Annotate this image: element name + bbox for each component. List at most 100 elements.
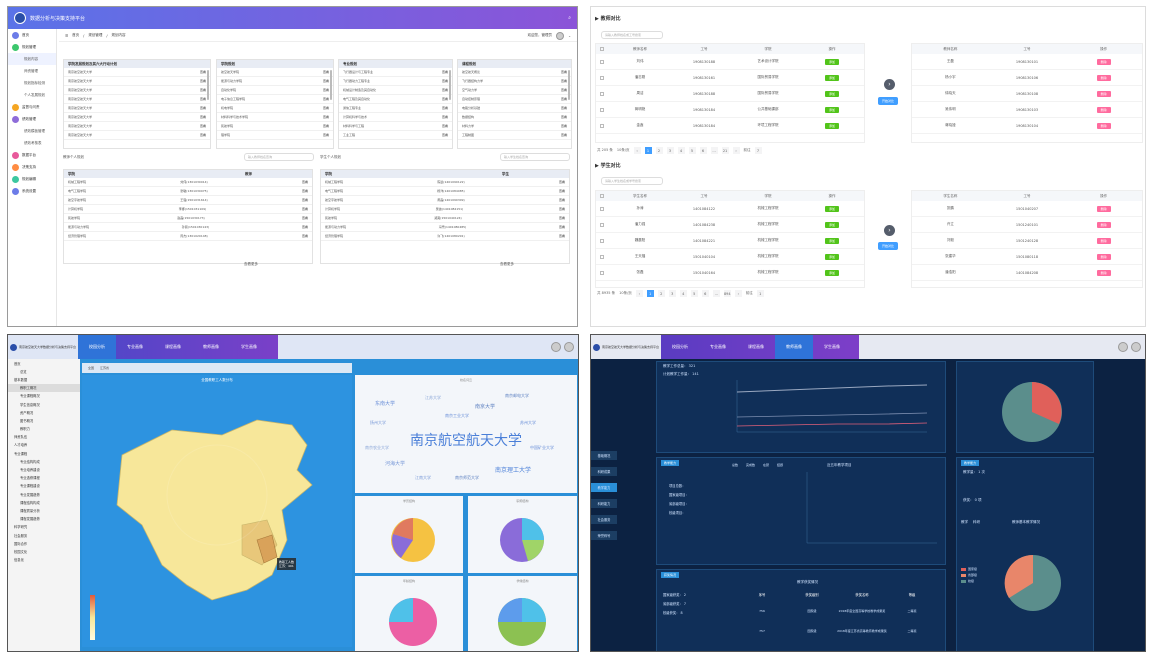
table-row[interactable]: 蒋晓娅 1908130104 删除 [912, 118, 1142, 134]
page-number[interactable]: 6 [701, 290, 709, 297]
sidebar-item[interactable]: 专业选修课程 [8, 474, 80, 482]
pager-size-select[interactable]: 10条/页 [619, 291, 632, 296]
nav-tab[interactable]: 教师画像 [775, 335, 813, 359]
row-checkbox[interactable] [600, 91, 604, 96]
list-item[interactable]: 南京航空航天大学 查看 [64, 95, 210, 104]
sidebar-item[interactable]: 绩效管理 [8, 113, 56, 125]
sidebar-item[interactable]: 图书概况 [8, 416, 80, 424]
view-button[interactable]: 查看 [200, 79, 206, 83]
add-button[interactable]: 添加 [824, 90, 839, 97]
sidebar-item[interactable]: 总览 [8, 367, 80, 375]
view-button[interactable]: 查看 [561, 97, 567, 101]
sidebar-item[interactable]: 科学研究 [8, 523, 80, 531]
table-row[interactable]: 徐晓天 1908130108 删除 [912, 86, 1142, 102]
nav-tab[interactable]: 专业画像 [699, 335, 737, 359]
view-button[interactable]: 查看 [559, 225, 565, 229]
sidebar-item[interactable]: 专业课程概况 [8, 392, 80, 400]
list-item[interactable]: 电气工程及其自动化 查看 [339, 95, 452, 104]
view-button[interactable]: 查看 [442, 79, 448, 83]
view-button[interactable]: 查看 [200, 115, 206, 119]
side-tab[interactable]: 科研能力 [591, 499, 617, 509]
sidebar-item[interactable]: 专业培养建设 [8, 465, 80, 473]
sidebar-item[interactable]: 专业课程建设 [8, 482, 80, 490]
sidebar-item[interactable]: 首页 [8, 29, 56, 41]
list-item[interactable]: 南京航空航天大学 查看 [64, 86, 210, 95]
table-row[interactable]: 经济管理学院 许飞(1401080291) 查看 [321, 232, 569, 241]
teacher-search-input[interactable]: 输入教师姓名查询 [244, 153, 314, 161]
view-button[interactable]: 查看 [559, 216, 565, 220]
table-row[interactable]: 民航学院 郑爽(1501040124) 查看 [321, 214, 569, 223]
view-button[interactable]: 查看 [559, 180, 565, 184]
view-button[interactable]: 查看 [323, 124, 329, 128]
delete-button[interactable]: 删除 [1096, 74, 1111, 81]
page-number[interactable]: 5 [690, 290, 698, 297]
view-button[interactable]: 查看 [442, 106, 448, 110]
side-tab[interactable]: 教学能力 [591, 483, 617, 493]
teacher-more-link[interactable]: 查看更多 [244, 262, 258, 267]
sidebar-item[interactable]: 师资队伍 [8, 433, 80, 441]
table-row[interactable]: 魏晨阳 1401084221 机械工程学院 添加 [596, 233, 864, 249]
delete-button[interactable]: 删除 [1096, 122, 1111, 129]
view-button[interactable]: 查看 [442, 124, 448, 128]
nav-tab[interactable]: 课程画像 [737, 335, 775, 359]
table-row[interactable]: 刘伟 1908130188 艺术设计学院 添加 [596, 54, 864, 70]
view-button[interactable]: 查看 [323, 79, 329, 83]
sidebar-item[interactable]: 监督与问责 [8, 101, 56, 113]
add-button[interactable]: 添加 [824, 205, 839, 212]
nav-tab[interactable]: 学生画像 [813, 335, 851, 359]
add-button[interactable]: 添加 [824, 253, 839, 260]
side-tab[interactable]: 社会服务 [591, 515, 617, 525]
sidebar-item[interactable]: 人才培养 [8, 441, 80, 449]
row-checkbox[interactable] [600, 238, 604, 243]
table-row[interactable]: 张鹏 1501040207 删除 [912, 201, 1142, 217]
table-row[interactable]: 能源与动力学院 孙丽(1501030143) 查看 [64, 223, 312, 232]
delete-button[interactable]: 删除 [1096, 106, 1111, 113]
page-number[interactable]: 2 [655, 147, 663, 154]
avatar[interactable] [556, 31, 565, 40]
sidebar-item[interactable]: 规划指标检测 [8, 77, 56, 89]
view-button[interactable]: 查看 [442, 70, 448, 74]
row-checkbox[interactable] [600, 254, 604, 259]
view-button[interactable]: 查看 [442, 97, 448, 101]
workload-line-chart[interactable]: 教学工作总量： 321 计划教学工作量： 141 [656, 361, 946, 453]
view-button[interactable]: 查看 [561, 70, 567, 74]
table-row[interactable]: 张磊 1501040164 机械工程学院 添加 [596, 265, 864, 281]
scrollbar[interactable] [568, 70, 570, 100]
list-item[interactable]: 航空航天概论 查看 [458, 68, 571, 77]
list-item[interactable]: 民航学院 查看 [217, 122, 333, 131]
page-number[interactable]: 3 [668, 290, 676, 297]
row-checkbox[interactable] [600, 107, 604, 112]
sidebar-item[interactable]: 专业发展趋势 [8, 490, 80, 498]
sidebar-item[interactable]: 系统设置 [8, 185, 56, 197]
add-button[interactable]: 添加 [824, 269, 839, 276]
add-button[interactable]: 添加 [824, 221, 839, 228]
sidebar-item[interactable]: 基本数据 [8, 375, 80, 383]
start-compare-button[interactable]: 开始对比 [878, 97, 899, 105]
scrollbar[interactable] [449, 70, 451, 100]
sidebar-item[interactable]: 社会服务 [8, 531, 80, 539]
table-row[interactable]: 张建华 1501080118 删除 [912, 249, 1142, 265]
view-button[interactable]: 查看 [561, 88, 567, 92]
teaching-project-chart[interactable]: 教学能力 总数 完成数 在研 结题 近五年教学项目 项目总数： 国家级项目： 省部级项目：… [656, 457, 946, 565]
table-row[interactable]: 能源与动力学院 冯雪(1401080485) 查看 [321, 223, 569, 232]
chevron-down-icon[interactable]: ⌄ [568, 34, 571, 38]
list-item[interactable]: 飞行器结构力学 查看 [458, 77, 571, 86]
view-button[interactable]: 查看 [561, 124, 567, 128]
view-button[interactable]: 查看 [200, 70, 206, 74]
table-row[interactable]: 机械工程学院 刘伟(1301030014) 查看 [64, 178, 312, 187]
sidebar-item[interactable]: 专业结构构成 [8, 457, 80, 465]
scrollbar[interactable] [207, 70, 209, 100]
view-button[interactable]: 查看 [302, 225, 308, 229]
sidebar-item[interactable]: 课程质量分析 [8, 506, 80, 514]
sidebar-item[interactable]: 绩效模板管理 [8, 125, 56, 137]
student-more-link[interactable]: 查看更多 [500, 262, 514, 267]
scrollbar[interactable] [330, 70, 332, 100]
table-row[interactable]: 电气工程学院 张敏(1301030075) 查看 [64, 187, 312, 196]
table-row[interactable]: 潘浩阳 1401084208 删除 [912, 265, 1142, 281]
page-number[interactable]: 5 [688, 147, 696, 154]
list-item[interactable]: 飞行器设计与工程专业 查看 [339, 68, 452, 77]
page-number[interactable]: 4 [679, 290, 687, 297]
goto-input[interactable]: 1 [756, 290, 764, 297]
nav-tab[interactable]: 校园分析 [661, 335, 699, 359]
list-item[interactable]: 计算机科学与技术 查看 [339, 113, 452, 122]
